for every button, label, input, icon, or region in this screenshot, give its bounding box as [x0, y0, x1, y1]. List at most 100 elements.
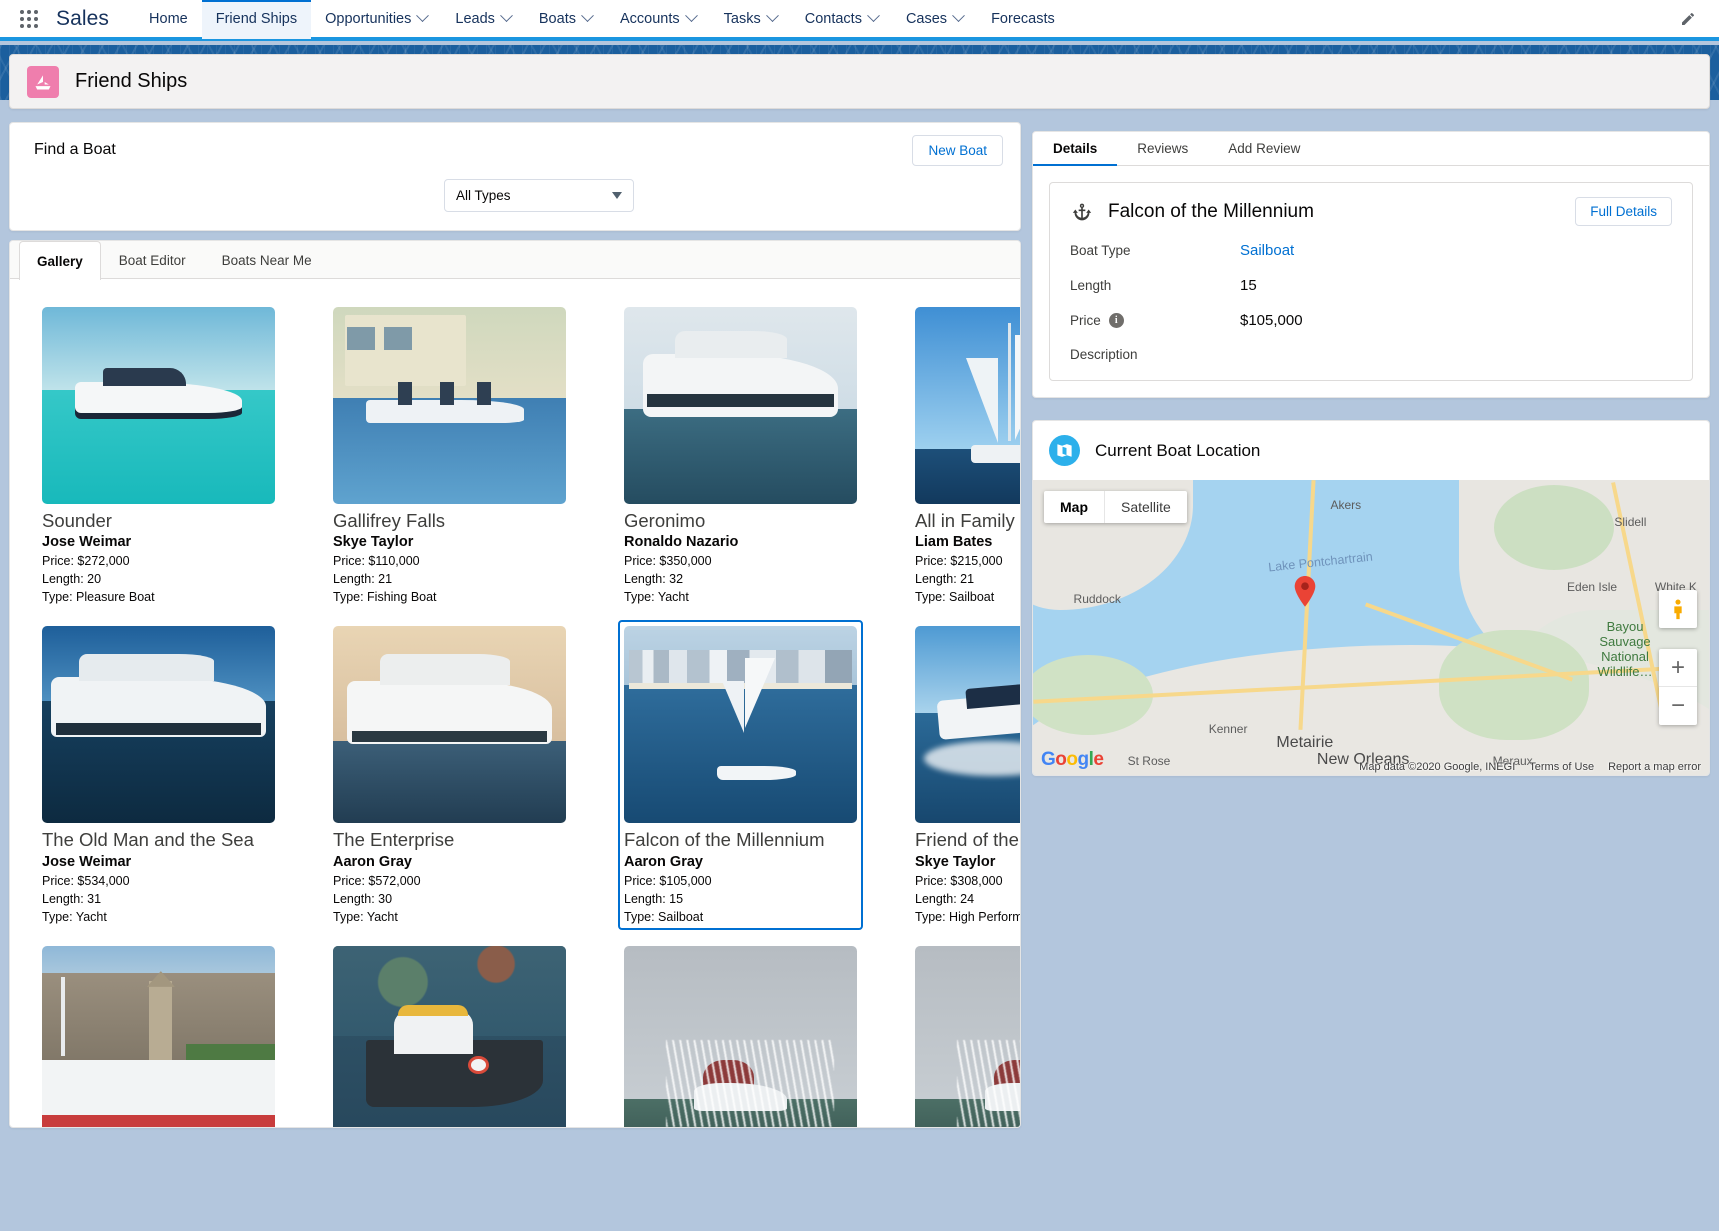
details-field-row: Boat Type Sailboat	[1070, 242, 1672, 259]
details-field-label-wrap: Description	[1070, 347, 1240, 362]
boat-icon	[27, 65, 59, 98]
map-attribution: Map data ©2020 Google, INEGI Terms of Us…	[1359, 761, 1701, 773]
boat-tile[interactable]: Gallifrey Falls Skye Taylor Price: $110,00…	[327, 301, 572, 610]
nav-item-accounts[interactable]: Accounts	[606, 0, 710, 39]
map-zoom-controls: + −	[1659, 649, 1697, 725]
boat-type: Type: Sailboat	[624, 909, 704, 924]
boat-price: Price: $350,000	[624, 554, 712, 569]
details-inner: Falcon of the Millennium Full Details Bo…	[1049, 182, 1693, 381]
map-icon	[1049, 435, 1080, 466]
boat-price: Price: $572,000	[333, 873, 421, 888]
nav-item-contacts[interactable]: Contacts	[791, 0, 892, 39]
boat-type: Type: Yacht	[333, 909, 398, 924]
app-name[interactable]: Sales	[56, 7, 109, 31]
anchor-icon	[1070, 200, 1094, 224]
nav-item-opportunities[interactable]: Opportunities	[311, 0, 441, 39]
boat-type-select[interactable]: All TypesFishing BoatHigh PerformancePle…	[444, 179, 634, 212]
boat-tile[interactable]	[327, 940, 572, 1127]
chevron-down-icon[interactable]	[867, 9, 880, 23]
boat-price: Price: $308,000	[915, 873, 1003, 888]
boat-tile[interactable]	[618, 940, 863, 1127]
boat-type: Type: Yacht	[624, 590, 689, 605]
details-field-row: Length 15	[1070, 277, 1672, 294]
boat-tile[interactable]	[36, 940, 281, 1127]
chevron-down-icon[interactable]	[684, 9, 698, 23]
details-field-value[interactable]: Sailboat	[1240, 242, 1294, 259]
boat-tile[interactable]: Falcon of the Millennium Aaron Gray Price:…	[618, 620, 863, 930]
terms-of-use-link[interactable]: Terms of Use	[1529, 761, 1594, 773]
boat-owner: Liam Bates	[915, 534, 993, 551]
boat-photo-catamaran-sails	[915, 307, 1020, 504]
boat-price: Price: $215,000	[915, 554, 1003, 569]
map-card-header: Current Boat Location	[1033, 421, 1709, 480]
boat-tile[interactable]: The Enterprise Aaron Gray Price: $572,000 L…	[327, 620, 572, 929]
boat-length: Length: 24	[915, 891, 975, 906]
boat-tile[interactable]	[909, 940, 1020, 1127]
google-logo[interactable]: Google	[1041, 749, 1104, 771]
boat-owner: Ronaldo Nazario	[624, 534, 739, 551]
nav-item-forecasts[interactable]: Forecasts	[977, 0, 1069, 39]
boat-type-filter[interactable]: All TypesFishing BoatHigh PerformancePle…	[444, 179, 634, 212]
chevron-down-icon[interactable]	[500, 9, 513, 23]
gallery-tabbar: Gallery Boat Editor Boats Near Me	[10, 241, 1020, 280]
app-launcher-icon[interactable]	[14, 4, 44, 34]
chevron-down-icon[interactable]	[416, 9, 430, 23]
boat-tile[interactable]: All in Family Liam Bates Price: $215,000 Le…	[909, 301, 1020, 610]
boat-owner: Jose Weimar	[42, 853, 132, 870]
boat-tile[interactable]: Sounder Jose Weimar Price: $272,000 Length:…	[36, 301, 281, 610]
boat-type: Type: High Performance	[915, 909, 1020, 924]
boat-name: All in Family	[915, 510, 1015, 531]
pencil-icon[interactable]	[1675, 6, 1701, 32]
boat-length: Length: 21	[915, 572, 975, 587]
boat-length: Length: 21	[333, 572, 393, 587]
nav-item-tasks[interactable]: Tasks	[710, 0, 791, 39]
nav-item-home[interactable]: Home	[135, 0, 202, 39]
details-tab-reviews[interactable]: Reviews	[1117, 132, 1208, 165]
boat-name: Friend of the friends	[915, 829, 1020, 851]
tab-boats-near-me[interactable]: Boats Near Me	[204, 241, 330, 278]
zoom-in-button[interactable]: +	[1659, 649, 1697, 687]
boat-photo-sailboat-skyline	[624, 626, 857, 824]
boat-price: Price: $534,000	[42, 873, 130, 888]
boat-type: Type: Fishing Boat	[333, 590, 437, 605]
info-icon[interactable]: i	[1108, 313, 1124, 328]
details-field-label-wrap: Price i	[1070, 312, 1240, 329]
chevron-down-icon[interactable]	[765, 9, 779, 23]
map-canvas[interactable]: Lake Pontchartrain Bayou Sauvage National W…	[1033, 480, 1709, 775]
details-tab-add-review[interactable]: Add Review	[1208, 132, 1320, 165]
nav-item-leads[interactable]: Leads	[441, 0, 525, 39]
tab-boat-editor[interactable]: Boat Editor	[101, 241, 204, 278]
details-field-label: Boat Type	[1070, 243, 1131, 258]
chevron-down-icon[interactable]	[952, 9, 965, 23]
new-boat-button[interactable]: New Boat	[912, 135, 1003, 166]
nav-item-friend-ships[interactable]: Friend Ships	[201, 0, 312, 39]
chevron-down-icon[interactable]	[581, 9, 594, 23]
boat-name: Gallifrey Falls	[333, 510, 446, 531]
map-green-area-east	[1439, 630, 1589, 740]
report-map-error-link[interactable]: Report a map error	[1608, 761, 1701, 773]
full-details-button[interactable]: Full Details	[1575, 197, 1672, 226]
map-city-label: Metairie	[1276, 733, 1334, 751]
map-city-label: Eden Isle	[1567, 580, 1618, 595]
map-toggle-satellite[interactable]: Satellite	[1104, 491, 1187, 523]
nav-item-label: Friend Ships	[215, 10, 298, 27]
boat-tile[interactable]: Geronimo Ronaldo Nazario Price: $350,000 Le…	[618, 301, 863, 610]
details-field-label-wrap: Boat Type	[1070, 242, 1240, 259]
boat-tile[interactable]: Friend of the friends Skye Taylor Price: $…	[909, 620, 1020, 929]
tab-gallery[interactable]: Gallery	[19, 241, 101, 280]
zoom-out-button[interactable]: −	[1659, 687, 1697, 725]
nav-item-label: Boats	[538, 10, 576, 27]
details-field-list: Boat Type Sailboat Length 15 Price i $105,000 D…	[1070, 242, 1672, 362]
nav-item-label: Contacts	[804, 10, 862, 27]
map-city-label: Akers	[1330, 497, 1362, 512]
map-toggle-map[interactable]: Map	[1044, 491, 1104, 523]
nav-item-cases[interactable]: Cases	[892, 0, 977, 39]
global-navigation-bar: Sales Home Friend Ships Opportunities Leads…	[0, 0, 1719, 41]
nav-item-boats[interactable]: Boats	[525, 0, 606, 39]
boat-name: Sounder	[42, 510, 112, 531]
street-view-pegman[interactable]	[1659, 590, 1697, 628]
boat-tile[interactable]: The Old Man and the Sea Jose Weimar Price:…	[36, 620, 281, 929]
details-tab-details[interactable]: Details	[1033, 132, 1118, 166]
map-label-park: Bayou Sauvage National Wildlife…	[1597, 619, 1653, 679]
location-pin[interactable]	[1294, 576, 1316, 607]
